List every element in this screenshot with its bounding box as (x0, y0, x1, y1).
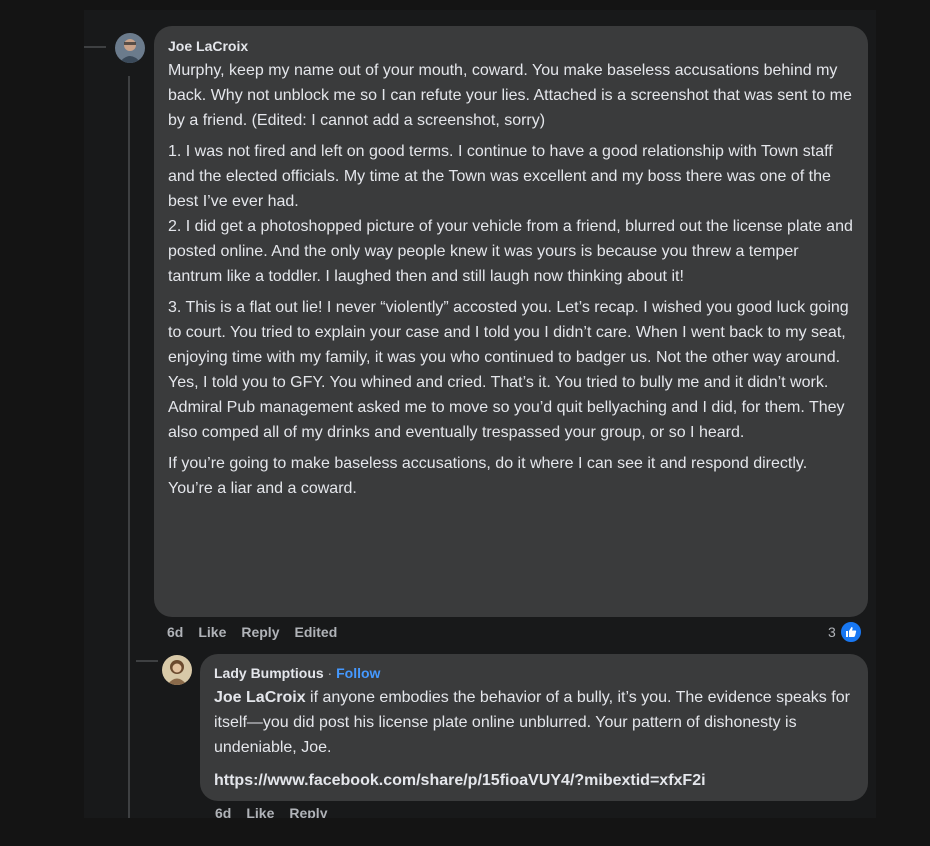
reply-author[interactable]: Lady Bumptious (214, 665, 324, 681)
reply-time[interactable]: 6d (215, 805, 231, 818)
like-button[interactable]: Like (198, 624, 226, 640)
reaction-summary[interactable]: 3 (828, 620, 863, 644)
avatar-image (115, 33, 145, 63)
comment-author[interactable]: Joe LaCroix (168, 38, 854, 54)
thread-line-main (128, 76, 130, 818)
reply-button[interactable]: Reply (241, 624, 279, 640)
comment-body: Murphy, keep my name out of your mouth, … (168, 58, 854, 501)
comment-time[interactable]: 6d (167, 624, 183, 640)
avatar-image (162, 655, 192, 685)
comment-actions: 6d Like Reply Edited (167, 624, 337, 640)
avatar[interactable] (162, 655, 192, 685)
mention-link[interactable]: Joe LaCroix (214, 689, 306, 706)
reply-header: Lady Bumptious · Follow (214, 664, 854, 682)
avatar[interactable] (115, 33, 145, 63)
reply-body: Joe LaCroix if anyone embodies the behav… (214, 685, 854, 760)
edited-label[interactable]: Edited (294, 624, 337, 640)
reply-bubble: Lady Bumptious · Follow Joe LaCroix if a… (200, 654, 868, 801)
reaction-count: 3 (828, 624, 836, 640)
like-button[interactable]: Like (246, 805, 274, 818)
comment-bubble: Joe LaCroix Murphy, keep my name out of … (154, 26, 868, 617)
reply-actions: 6d Like Reply (215, 805, 327, 818)
comment-paragraph: If you’re going to make baseless accusat… (168, 455, 808, 497)
comment-paragraph: 1. I was not fired and left on good term… (168, 143, 853, 285)
comment-paragraph: Murphy, keep my name out of your mouth, … (168, 62, 852, 129)
thread-connector-top (84, 46, 106, 48)
follow-button[interactable]: Follow (336, 665, 380, 681)
reply-button[interactable]: Reply (289, 805, 327, 818)
separator-dot: · (323, 665, 337, 681)
comment-paragraph: 3. This is a flat out lie! I never “viol… (168, 299, 849, 441)
comments-panel: Joe LaCroix Murphy, keep my name out of … (84, 10, 876, 818)
thumbs-up-icon (838, 620, 863, 644)
thread-connector-reply (136, 660, 158, 662)
shared-link[interactable]: https://www.facebook.com/share/p/15fioaV… (214, 768, 854, 793)
reply-text: if anyone embodies the behavior of a bul… (214, 689, 850, 756)
